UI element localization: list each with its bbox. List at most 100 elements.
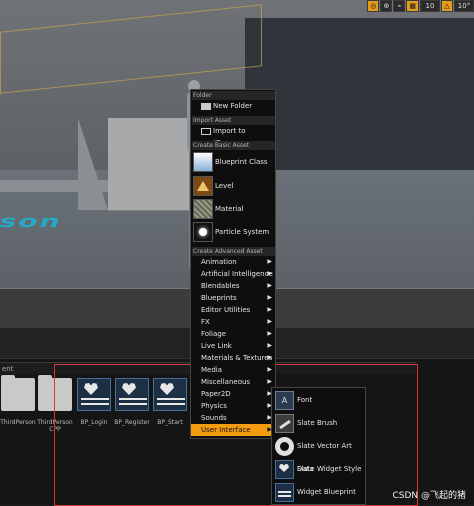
chevron-right-icon: ▶ [267, 318, 272, 325]
widget-blueprint-icon [153, 378, 187, 411]
widget-style-icon [275, 460, 294, 479]
menu-label: Blueprint Class [215, 158, 268, 166]
submenu-font[interactable]: A Font [272, 389, 365, 412]
menu-physics[interactable]: Physics ▶ [191, 400, 275, 412]
asset-label: BP_Register [114, 419, 150, 426]
menu-user-interface[interactable]: User Interface ▶ [191, 424, 275, 436]
menu-label: New Folder [213, 102, 253, 110]
menu-label: User Interface [201, 426, 251, 434]
asset-label: BP_Start [157, 419, 183, 426]
viewport-toolbar: ◎ ⊕ ⌁ ▦ 10 △ 10° [367, 0, 474, 14]
submenu-slate-vector-art-data[interactable]: Slate Vector Art Data [272, 435, 365, 473]
menu-blueprints[interactable]: Blueprints ▶ [191, 292, 275, 304]
grid-snap-icon[interactable]: ▦ [406, 0, 419, 12]
menu-label: Editor Utilities [201, 306, 251, 314]
asset-bp-register[interactable]: BP_Register [114, 378, 150, 426]
chevron-right-icon: ▶ [267, 306, 272, 313]
grid-size-button[interactable]: 10 [420, 0, 440, 12]
asset-bp-login[interactable]: BP_Login [76, 378, 112, 426]
menu-label: Paper2D [201, 390, 231, 398]
import-icon [201, 128, 211, 135]
menu-label: Physics [201, 402, 227, 410]
asset-folder-thirdpersoncpp[interactable]: ThirdPerson CPP [37, 375, 73, 433]
submenu-label: Font [297, 396, 313, 404]
rotation-snap-icon[interactable]: △ [441, 0, 453, 12]
widget-blueprint-icon [77, 378, 111, 411]
chevron-right-icon: ▶ [267, 294, 272, 301]
asset-folder-thirdperson[interactable]: ThirdPerson [0, 375, 36, 426]
submenu-label: Slate Widget Style [297, 465, 362, 473]
menu-label: FX [201, 318, 210, 326]
menu-new-folder[interactable]: New Folder [191, 100, 275, 112]
menu-editor-utilities[interactable]: Editor Utilities ▶ [191, 304, 275, 316]
context-menu: Folder New Folder Import Asset Import to… [190, 89, 276, 439]
section-basic: Create Basic Asset [192, 141, 275, 150]
widget-blueprint-icon [275, 483, 294, 502]
menu-sounds[interactable]: Sounds ▶ [191, 412, 275, 424]
submenu-label: Slate Brush [297, 419, 338, 427]
menu-material[interactable]: Material [191, 198, 275, 221]
asset-bp-start[interactable]: BP_Start [152, 378, 188, 426]
asset-label: BP_Login [80, 419, 108, 426]
menu-artificial-intelligence[interactable]: Artificial Intelligence ▶ [191, 268, 275, 280]
floor-text: son [0, 211, 66, 232]
menu-label: Particle System [215, 228, 270, 236]
menu-label: Blueprints [201, 294, 237, 302]
submenu-slate-widget-style[interactable]: Slate Widget Style [272, 458, 365, 481]
menu-label: Blendables [201, 282, 240, 290]
submenu-widget-blueprint[interactable]: Widget Blueprint [272, 481, 365, 504]
chevron-right-icon: ▶ [267, 282, 272, 289]
menu-import-to-game[interactable]: Import to /Game... [191, 125, 275, 147]
globe-icon[interactable]: ⊕ [380, 0, 393, 12]
menu-fx[interactable]: FX ▶ [191, 316, 275, 328]
menu-label: Level [215, 182, 234, 190]
chevron-right-icon: ▶ [267, 354, 272, 361]
material-icon [193, 199, 213, 219]
particle-system-icon [193, 222, 213, 242]
menu-live-link[interactable]: Live Link ▶ [191, 340, 275, 352]
menu-materials-textures[interactable]: Materials & Textures ▶ [191, 352, 275, 364]
chevron-right-icon: ▶ [267, 366, 272, 373]
menu-label: Live Link [201, 342, 232, 350]
widget-blueprint-icon [115, 378, 149, 411]
folder-icon [1, 375, 35, 411]
submenu-slate-brush[interactable]: Slate Brush [272, 412, 365, 435]
section-import: Import Asset [192, 116, 275, 125]
blueprint-class-icon [193, 152, 213, 172]
chevron-right-icon: ▶ [267, 330, 272, 337]
menu-blueprint-class[interactable]: Blueprint Class [191, 151, 275, 174]
menu-miscellaneous[interactable]: Miscellaneous ▶ [191, 376, 275, 388]
submenu-label: Widget Blueprint [297, 488, 356, 496]
level-icon [193, 176, 213, 196]
menu-label: Miscellaneous [201, 378, 251, 386]
new-folder-icon [201, 103, 211, 110]
chevron-right-icon: ▶ [267, 342, 272, 349]
menu-label: Sounds [201, 414, 227, 422]
menu-animation[interactable]: Animation ▶ [191, 256, 275, 268]
dark-wall [245, 18, 474, 193]
menu-label: Foliage [201, 330, 226, 338]
surface-snap-icon[interactable]: ⌁ [393, 0, 406, 12]
folder-icon [38, 375, 72, 411]
font-icon: A [275, 391, 294, 410]
user-interface-submenu: A Font Slate Brush Slate Vector Art Data… [271, 387, 366, 505]
menu-particle-system[interactable]: Particle System [191, 221, 275, 244]
snap-icon[interactable]: ◎ [367, 0, 380, 12]
asset-label: ThirdPerson [0, 419, 36, 426]
menu-media[interactable]: Media ▶ [191, 364, 275, 376]
menu-foliage[interactable]: Foliage ▶ [191, 328, 275, 340]
brush-icon [275, 414, 294, 433]
menu-label: Material [215, 205, 244, 213]
menu-level[interactable]: Level [191, 175, 275, 198]
menu-label: Artificial Intelligence [201, 270, 273, 278]
menu-label: Media [201, 366, 223, 374]
chevron-right-icon: ▶ [267, 270, 272, 277]
menu-paper2d[interactable]: Paper2D ▶ [191, 388, 275, 400]
section-advanced: Create Advanced Asset [192, 247, 275, 256]
menu-blendables[interactable]: Blendables ▶ [191, 280, 275, 292]
menu-label: Materials & Textures [201, 354, 273, 362]
asset-label: ThirdPerson CPP [37, 419, 73, 433]
rotation-size-button[interactable]: 10° [454, 0, 474, 12]
menu-label: Animation [201, 258, 237, 266]
section-folder: Folder [192, 91, 275, 100]
